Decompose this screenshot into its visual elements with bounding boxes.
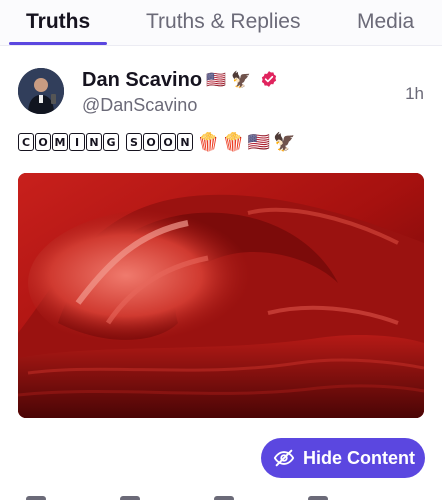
verified-badge-icon — [261, 71, 277, 87]
author-name[interactable]: Dan Scavino — [82, 69, 202, 92]
avatar[interactable] — [18, 68, 64, 114]
hide-content-button[interactable]: Hide Content — [261, 438, 425, 478]
share-icon[interactable] — [308, 496, 328, 500]
profile-tabs: Truths Truths & Replies Media — [0, 0, 442, 46]
post-word-soon: SOON — [126, 133, 194, 152]
post-letter: N — [177, 133, 193, 152]
post-letter: G — [103, 133, 119, 152]
post-action-bar — [0, 490, 442, 500]
hide-content-label: Hide Content — [303, 447, 415, 468]
like-icon[interactable] — [214, 496, 234, 500]
post-letter: I — [69, 133, 85, 152]
retruth-icon[interactable] — [120, 496, 140, 500]
us-flag-emoji: 🇺🇸 — [206, 72, 226, 89]
eagle-emoji: 🦅 — [273, 131, 296, 152]
post-timestamp: 1h — [405, 84, 424, 103]
post-letter: M — [52, 133, 68, 152]
tab-media[interactable]: Media — [357, 10, 414, 34]
eagle-emoji: 🦅 — [231, 72, 251, 89]
eye-slash-icon — [273, 449, 295, 467]
post-letter: N — [86, 133, 102, 152]
post-letter: C — [18, 133, 34, 152]
reply-icon[interactable] — [26, 496, 46, 500]
popcorn-emoji: 🍿 — [197, 131, 220, 152]
popcorn-emoji: 🍿 — [222, 131, 245, 152]
author-handle[interactable]: @DanScavino — [82, 95, 197, 116]
us-flag-emoji: 🇺🇸 — [247, 131, 271, 152]
tab-truths-and-replies[interactable]: Truths & Replies — [146, 10, 300, 34]
post-media-image[interactable] — [18, 173, 424, 418]
active-tab-indicator — [9, 42, 107, 45]
avatar-image — [18, 68, 64, 114]
post-letter: O — [143, 133, 159, 152]
wave-image — [18, 173, 424, 418]
post-letter: O — [35, 133, 51, 152]
post-letter: O — [160, 133, 176, 152]
post-text: COMING SOON 🍿 🍿 🇺🇸 🦅 — [18, 130, 296, 154]
post-letter: S — [126, 133, 142, 152]
post-word-coming: COMING — [18, 133, 120, 152]
tab-truths[interactable]: Truths — [26, 10, 90, 34]
